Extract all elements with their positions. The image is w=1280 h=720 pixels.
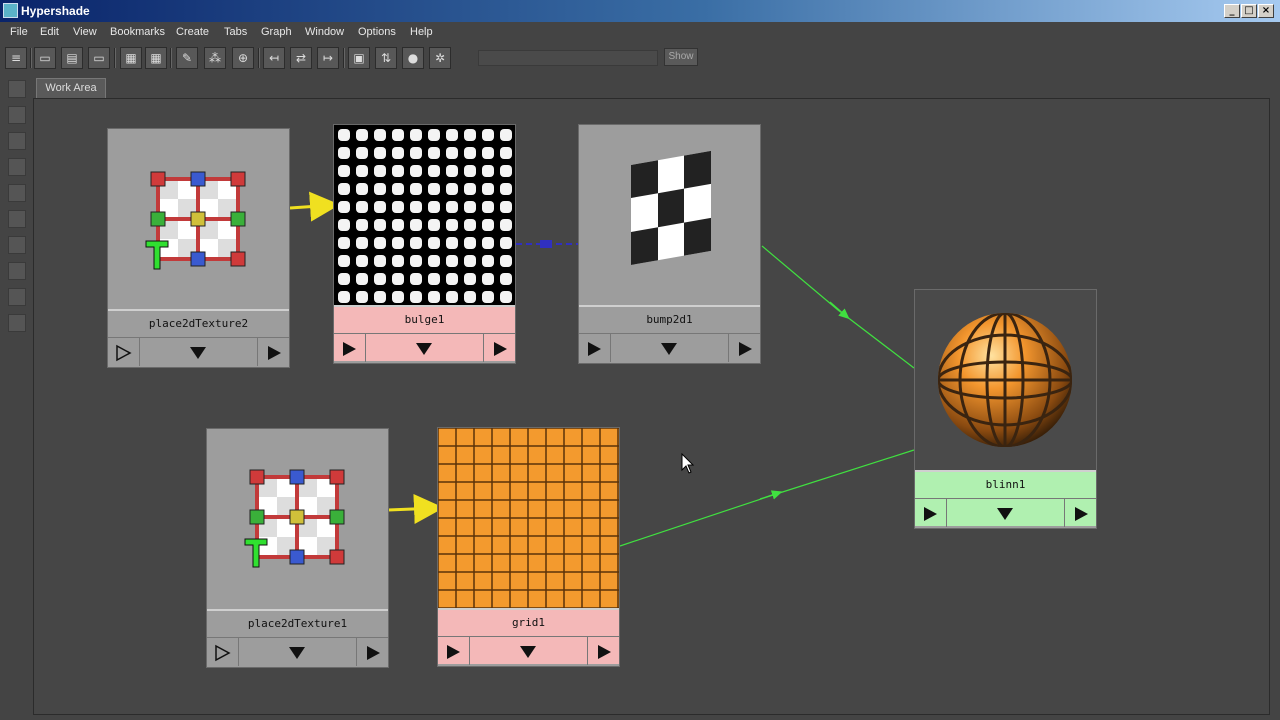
grid-view-icon[interactable]: ▦ <box>120 47 142 69</box>
layout-bottom-icon[interactable]: ▭ <box>88 47 110 69</box>
input-port-icon[interactable] <box>919 504 941 524</box>
node-label: place2dTexture2 <box>108 309 289 337</box>
node-label: bump2d1 <box>579 305 760 333</box>
output-port-icon[interactable] <box>734 339 756 359</box>
menu-view[interactable]: View <box>73 26 97 38</box>
bulge-swatch <box>334 125 515 305</box>
left-tool-10-icon[interactable] <box>8 314 26 332</box>
left-tool-5-icon[interactable] <box>8 184 26 202</box>
menu-window[interactable]: Window <box>305 26 344 38</box>
node-place2dTexture1[interactable]: place2dTexture1 <box>206 428 389 668</box>
input-port-icon[interactable] <box>112 343 134 363</box>
expand-attributes-icon[interactable] <box>516 642 540 662</box>
clear-graph-icon[interactable]: ✎ <box>176 47 198 69</box>
input-output-connections-icon[interactable]: ⊕ <box>232 47 254 69</box>
layout-top-icon[interactable]: ▭ <box>34 47 56 69</box>
node-place2dTexture2[interactable]: place2dTexture2 <box>107 128 290 368</box>
window-title: Hypershade <box>21 4 90 18</box>
title-bar: Hypershade _ □ × <box>0 0 1280 22</box>
menu-help[interactable]: Help <box>410 26 433 38</box>
node-ports <box>915 498 1096 527</box>
maya-app-icon <box>3 3 18 18</box>
rearrange-graph-icon[interactable]: ▣ <box>348 47 370 69</box>
output-port-icon[interactable] <box>1070 504 1092 524</box>
bump-swatch <box>579 125 760 305</box>
show-input-output-icon[interactable]: ⇄ <box>290 47 312 69</box>
close-button[interactable]: × <box>1258 4 1274 18</box>
layout-split-icon[interactable]: ▤ <box>61 47 83 69</box>
grid-view-small-icon[interactable]: ▦ <box>145 47 167 69</box>
left-tool-6-icon[interactable] <box>8 210 26 228</box>
node-ports <box>438 636 619 665</box>
output-port-icon[interactable] <box>593 642 615 662</box>
left-tool-strip <box>0 74 32 720</box>
menu-bookmarks[interactable]: Bookmarks <box>110 26 165 38</box>
menu-file[interactable]: File <box>10 26 28 38</box>
expand-attributes-icon[interactable] <box>412 339 436 359</box>
blinn-swatch <box>915 290 1096 470</box>
left-tool-8-icon[interactable] <box>8 262 26 280</box>
menu-bar: File Edit View Bookmarks Create Tabs Gra… <box>0 22 1280 44</box>
output-port-icon[interactable] <box>263 343 285 363</box>
sort-icon[interactable]: ⇅ <box>375 47 397 69</box>
mouse-cursor-icon <box>681 453 695 474</box>
output-port-icon[interactable] <box>362 643 384 663</box>
node-label: bulge1 <box>334 305 515 333</box>
node-bulge1[interactable]: bulge1 <box>333 124 516 364</box>
left-tool-3-icon[interactable] <box>8 132 26 150</box>
show-output-icon[interactable]: ↦ <box>317 47 339 69</box>
node-ports <box>334 333 515 362</box>
node-ports <box>207 637 388 666</box>
input-port-icon[interactable] <box>583 339 605 359</box>
minimize-button[interactable]: _ <box>1224 4 1240 18</box>
output-port-icon[interactable] <box>489 339 511 359</box>
grid-swatch <box>438 428 619 608</box>
show-input-icon[interactable]: ↤ <box>263 47 285 69</box>
render-settings-icon[interactable]: ✲ <box>429 47 451 69</box>
place2d-swatch <box>207 429 388 609</box>
show-button[interactable]: Show <box>664 48 698 66</box>
node-blinn1[interactable]: blinn1 <box>914 289 1097 529</box>
left-tool-9-icon[interactable] <box>8 288 26 306</box>
menu-edit[interactable]: Edit <box>40 26 59 38</box>
left-tool-1-icon[interactable] <box>8 80 26 98</box>
menu-options[interactable]: Options <box>358 26 396 38</box>
outliner-toggle-icon[interactable]: ≡ <box>5 47 27 69</box>
node-label: blinn1 <box>915 470 1096 498</box>
expand-attributes-icon[interactable] <box>657 339 681 359</box>
node-bump2d1[interactable]: bump2d1 <box>578 124 761 364</box>
left-tool-7-icon[interactable] <box>8 236 26 254</box>
left-tool-4-icon[interactable] <box>8 158 26 176</box>
hypershade-window: Hypershade _ □ × File Edit View Bookmark… <box>0 0 1280 720</box>
input-port-icon[interactable] <box>338 339 360 359</box>
filter-field[interactable] <box>478 50 658 66</box>
node-ports <box>108 337 289 366</box>
input-port-icon[interactable] <box>442 642 464 662</box>
menu-tabs[interactable]: Tabs <box>224 26 247 38</box>
expand-attributes-icon[interactable] <box>285 643 309 663</box>
graph-network-icon[interactable]: ⁂ <box>204 47 226 69</box>
render-swatch-icon[interactable]: ● <box>402 47 424 69</box>
menu-create[interactable]: Create <box>176 26 209 38</box>
left-tool-2-icon[interactable] <box>8 106 26 124</box>
expand-attributes-icon[interactable] <box>186 343 210 363</box>
node-label: grid1 <box>438 608 619 636</box>
node-label: place2dTexture1 <box>207 609 388 637</box>
maximize-button[interactable]: □ <box>1241 4 1257 18</box>
expand-attributes-icon[interactable] <box>993 504 1017 524</box>
node-ports <box>579 333 760 362</box>
menu-graph[interactable]: Graph <box>261 26 292 38</box>
tab-work-area[interactable]: Work Area <box>36 78 106 98</box>
place2d-swatch <box>108 129 289 309</box>
input-port-icon[interactable] <box>211 643 233 663</box>
node-grid1[interactable]: grid1 <box>437 427 620 667</box>
